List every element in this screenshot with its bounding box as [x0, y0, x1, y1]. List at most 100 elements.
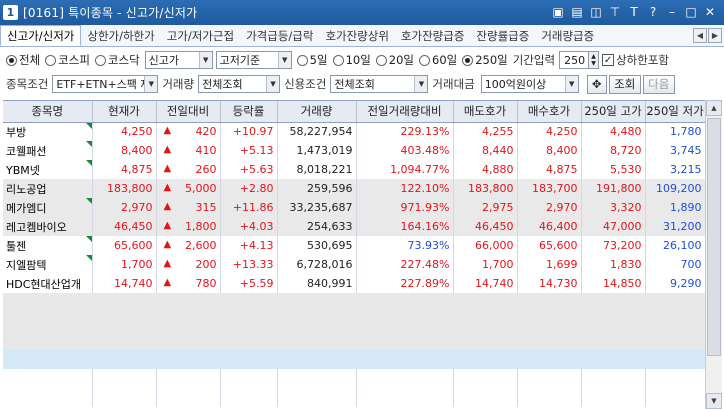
scroll-up-icon[interactable]: ▲ — [706, 100, 722, 116]
tab-upper-lower-limit[interactable]: 상한가/하한가 — [81, 25, 160, 46]
period-input[interactable]: 250 — [559, 51, 590, 69]
chevron-down-icon: ▼ — [277, 52, 291, 68]
col-header-volume[interactable]: 거래량 — [277, 101, 357, 123]
table-row[interactable]: 레고켐바이오 46,450 ▲ 1,800 +4.03 254,633 164.16% 46,… — [3, 217, 706, 236]
close-icon[interactable]: ✕ — [702, 4, 718, 20]
basis-select[interactable]: 고저기준 ▼ — [215, 51, 292, 69]
table-row[interactable]: 툴젠 65,600 ▲ 2,600 +4.13 530,695 73.93% 66,000 65… — [3, 236, 706, 255]
type-select[interactable]: 신고가 ▼ — [144, 51, 213, 69]
vol-ratio-cell: 73.93% — [356, 236, 454, 255]
empty-cell — [356, 388, 454, 407]
empty-row[interactable] — [3, 369, 706, 388]
empty-cell — [517, 293, 581, 312]
volume-cell: 254,633 — [277, 217, 357, 236]
high-cell: 1,830 — [581, 255, 646, 274]
split-icon[interactable]: ◫ — [588, 4, 604, 20]
stock-name-cell: 메가엠디 — [3, 198, 93, 217]
volume-cell: 8,018,221 — [277, 160, 357, 179]
vol-ratio-cell: 227.48% — [356, 255, 454, 274]
next-button[interactable]: 다음 — [642, 74, 675, 94]
clipboard-icon[interactable]: ▤ — [569, 4, 585, 20]
results-grid: 종목명 현재가 전일대비 등락률 거래량 전일거래량대비 매도호가 매수호가 2… — [3, 100, 706, 409]
tab-quote-top[interactable]: 호가잔량상위 — [319, 25, 394, 46]
vol-ratio-cell: 229.13% — [356, 122, 454, 141]
tab-remain-rate[interactable]: 잔량률급증 — [470, 25, 535, 46]
col-header-rate[interactable]: 등락률 — [220, 101, 278, 123]
flag-icon — [85, 141, 91, 147]
selected-empty-row[interactable] — [3, 350, 705, 369]
col-header-ask[interactable]: 매도호가 — [453, 101, 518, 123]
table-row[interactable]: 리노공업 183,800 ▲ 5,000 +2.80 259,596 122.10% 183,… — [3, 179, 706, 198]
maximize-icon[interactable]: □ — [683, 4, 699, 20]
col-header-change[interactable]: 전일대비 — [156, 101, 221, 123]
bid-cell: 2,970 — [517, 198, 582, 217]
col-header-high[interactable]: 250일 고가 — [581, 101, 646, 123]
credit-select[interactable]: 전체조회 ▼ — [330, 75, 429, 93]
col-header-vol-ratio[interactable]: 전일거래량대비 — [356, 101, 454, 123]
tab-high-low-near[interactable]: 고가/저가근접 — [161, 25, 240, 46]
radio-period-60[interactable]: 60일 — [419, 52, 457, 68]
radio-market-all[interactable]: 전체 — [6, 52, 40, 68]
col-header-low[interactable]: 250일 저가 — [645, 101, 706, 123]
empty-row[interactable] — [3, 312, 705, 331]
empty-row[interactable] — [3, 388, 706, 407]
include-limit-checkbox[interactable]: ✓ — [602, 54, 615, 66]
price-cell: 2,970 — [92, 198, 157, 217]
col-header-bid[interactable]: 매수호가 — [517, 101, 582, 123]
help-icon[interactable]: ? — [645, 4, 661, 20]
table-row[interactable]: 메가엠디 2,970 ▲ 315 +11.86 33,235,687 971.93% 2,97… — [3, 198, 706, 217]
monitor-icon[interactable]: ▣ — [550, 4, 566, 20]
col-header-name[interactable]: 종목명 — [3, 101, 93, 123]
chevron-down-icon: ▼ — [144, 76, 158, 92]
tab-next-icon[interactable]: ▶ — [708, 28, 722, 43]
radio-market-kosdaq[interactable]: 코스닥 — [94, 52, 140, 68]
table-row[interactable]: 부방 4,250 ▲ 420 +10.97 58,227,954 229.13% 4,255 4… — [3, 122, 706, 141]
vertical-scrollbar[interactable]: ▲ ▼ — [705, 100, 722, 409]
table-row[interactable]: HDC현대산업개 14,740 ▲ 780 +5.59 840,991 227.89% 14,… — [3, 274, 706, 293]
amount-select[interactable]: 100억원이상 ▼ — [480, 75, 579, 93]
tab-volume-surge[interactable]: 거래량급증 — [535, 25, 600, 46]
minimize-icon[interactable]: – — [664, 4, 680, 20]
table-row[interactable]: 지엘팜텍 1,700 ▲ 200 +13.33 6,728,016 227.48% 1,700… — [3, 255, 706, 274]
scroll-down-icon[interactable]: ▼ — [706, 393, 722, 409]
settings-button[interactable]: ✥ — [586, 74, 607, 94]
empty-row[interactable] — [3, 331, 705, 350]
empty-cell — [277, 369, 357, 388]
volume-select[interactable]: 전체조회 ▼ — [198, 75, 281, 93]
tab-prev-icon[interactable]: ◀ — [693, 28, 707, 43]
empty-cell — [3, 312, 92, 331]
pin-icon[interactable]: ⊤ — [607, 4, 623, 20]
radio-period-20[interactable]: 20일 — [375, 52, 414, 68]
empty-cell — [356, 350, 453, 369]
table-row[interactable]: YBM넷 4,875 ▲ 260 +5.63 8,018,221 1,094.77% 4,88… — [3, 160, 706, 179]
change-cell: ▲ 315 — [156, 198, 221, 217]
stock-condition-select[interactable]: ETF+ETN+스팩 제 ▼ — [52, 75, 159, 93]
empty-cell — [517, 350, 581, 369]
tab-price-surge[interactable]: 가격급등/급락 — [240, 25, 319, 46]
radio-market-kospi[interactable]: 코스피 — [45, 52, 90, 68]
rate-cell: +10.97 — [220, 122, 278, 141]
search-button[interactable]: 조회 — [608, 74, 641, 94]
empty-cell — [220, 331, 277, 350]
empty-cell — [645, 369, 706, 388]
empty-cell — [356, 331, 453, 350]
radio-period-10[interactable]: 10일 — [332, 52, 371, 68]
change-cell: ▲ 260 — [156, 160, 221, 179]
table-row[interactable]: 코웰패션 8,400 ▲ 410 +5.13 1,473,019 403.48% 8,440 8… — [3, 141, 706, 160]
volume-label: 거래량 — [162, 77, 195, 91]
price-cell: 65,600 — [92, 236, 157, 255]
tab-quote-surge[interactable]: 호가잔량급증 — [395, 25, 470, 46]
radio-period-250[interactable]: 250일 — [462, 52, 508, 68]
empty-row[interactable] — [3, 293, 705, 312]
empty-cell — [453, 312, 517, 331]
empty-cell — [92, 312, 156, 331]
col-header-price[interactable]: 현재가 — [92, 101, 157, 123]
scroll-thumb[interactable] — [707, 118, 721, 356]
ask-cell: 66,000 — [453, 236, 518, 255]
period-spinner[interactable]: ▲ ▼ — [589, 51, 600, 69]
empty-cell — [92, 293, 156, 312]
radio-period-5[interactable]: 5일 — [296, 52, 328, 68]
volume-cell: 33,235,687 — [277, 198, 357, 217]
tab-new-high-low[interactable]: 신고가/신저가 — [0, 25, 82, 46]
text-icon[interactable]: T — [626, 4, 642, 20]
